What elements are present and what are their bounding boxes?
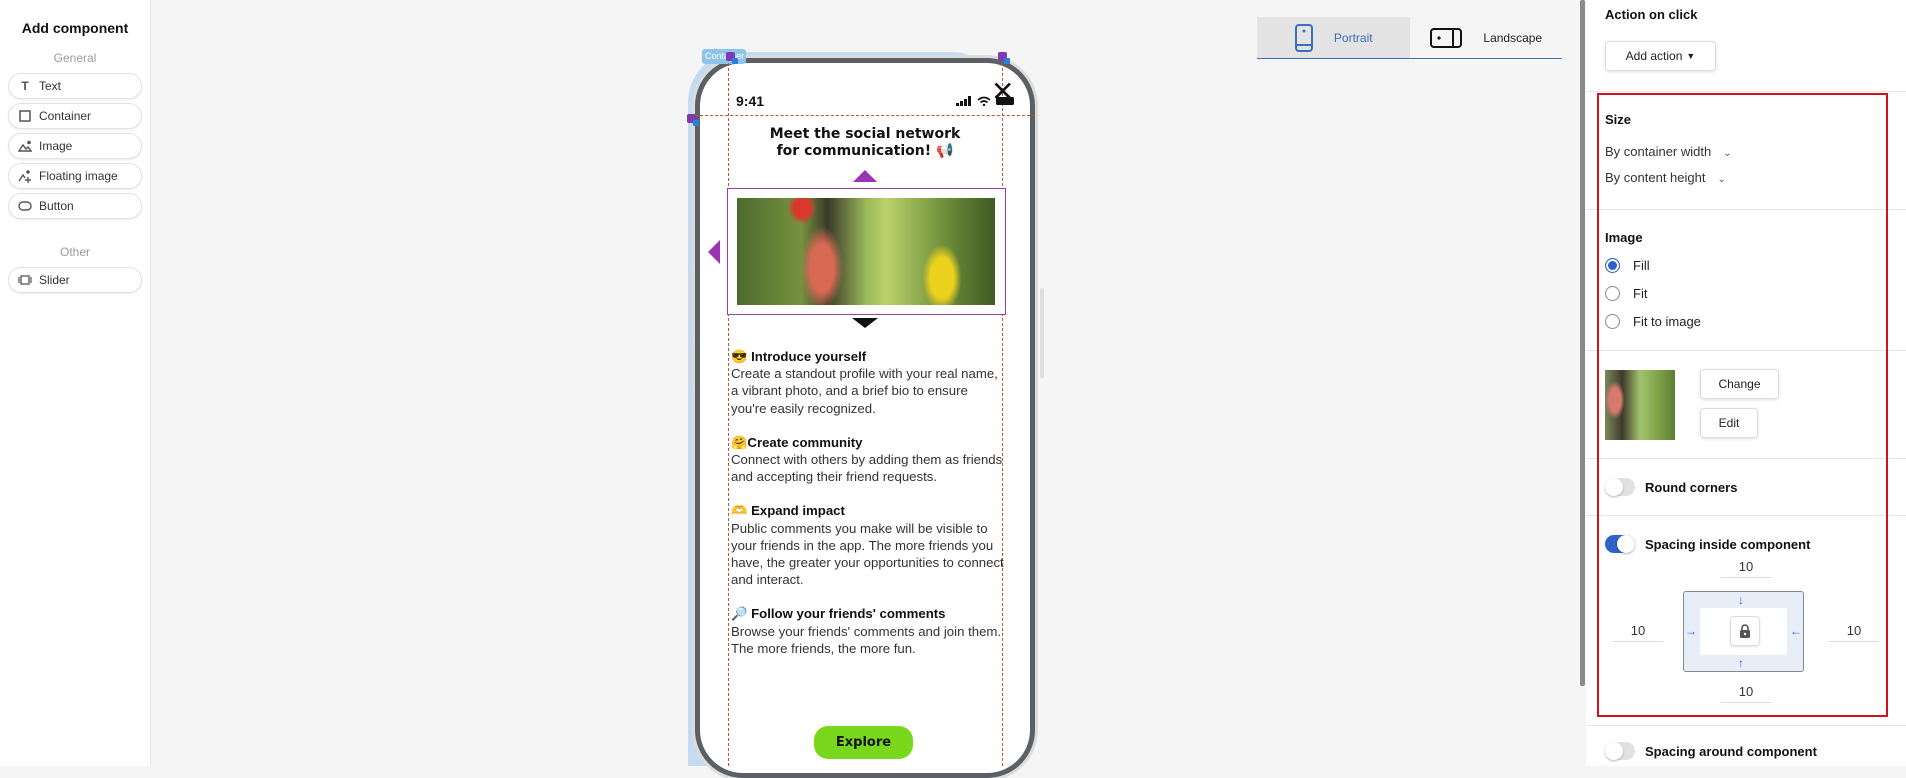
add-component-panel: Add component General T Text Container I… xyxy=(0,0,151,766)
round-corners-toggle[interactable] xyxy=(1605,478,1635,496)
component-container[interactable]: Container xyxy=(8,103,142,129)
spacing-around-toggle[interactable] xyxy=(1605,742,1635,760)
padding-top-input[interactable]: 10 xyxy=(1721,559,1771,578)
image-title: Image xyxy=(1605,230,1643,245)
move-left-handle[interactable] xyxy=(708,240,720,264)
add-action-button[interactable]: Add action ▼ xyxy=(1605,41,1716,71)
padding-bottom-input[interactable]: 10 xyxy=(1721,684,1771,703)
headline: Meet the social network for communicatio… xyxy=(769,126,961,159)
padding-right-input[interactable]: 10 xyxy=(1829,623,1879,642)
resize-handle[interactable] xyxy=(998,52,1010,64)
text-icon: T xyxy=(21,79,29,93)
close-icon[interactable]: ✕ xyxy=(991,78,1014,106)
spacing-diagram: ↓ ↑ → ← xyxy=(1683,591,1804,672)
spacing-inside-label: Spacing inside component xyxy=(1645,537,1811,552)
height-mode-dropdown[interactable]: By content height ⌄ xyxy=(1605,170,1726,185)
panel-title: Add component xyxy=(21,20,129,36)
component-slider[interactable]: Slider xyxy=(8,267,142,293)
status-bar: 9:41 xyxy=(736,93,1016,109)
hugging-emoji-icon: 🤗 xyxy=(731,434,748,450)
round-corners-label: Round corners xyxy=(1645,480,1738,495)
feature-list: 😎 Introduce yourself Create a standout p… xyxy=(731,348,1005,674)
lock-icon[interactable] xyxy=(1730,616,1760,646)
chevron-down-icon: ⌄ xyxy=(1717,174,1726,185)
feature-item: 🔎 Follow your friends' comments Browse y… xyxy=(731,606,1002,656)
canvas-scrollbar[interactable] xyxy=(1580,0,1585,686)
radio-fit[interactable]: Fit xyxy=(1605,286,1647,301)
resize-handle[interactable] xyxy=(726,52,738,64)
landscape-phone-icon xyxy=(1430,27,1463,48)
radio-fit-to-image[interactable]: Fit to image xyxy=(1605,314,1701,329)
image-thumbnail xyxy=(1605,370,1675,440)
width-mode-dropdown[interactable]: By container width ⌄ xyxy=(1605,144,1732,159)
edit-image-button[interactable]: Edit xyxy=(1700,408,1758,438)
component-image[interactable]: Image xyxy=(8,133,142,159)
arrow-left-icon: ← xyxy=(1790,624,1802,638)
radio-button[interactable] xyxy=(1605,314,1620,329)
phone-side-button xyxy=(690,270,694,320)
phone-side-button xyxy=(690,340,694,390)
feature-item: 🫶 Expand impact Public comments you make… xyxy=(731,503,1004,588)
orientation-tabs: Portrait Landscape xyxy=(1257,17,1562,59)
spacing-around-label: Spacing around component xyxy=(1645,744,1817,759)
arrow-down-icon: ↓ xyxy=(1738,593,1744,607)
feature-item: 🤗Create community Connect with others by… xyxy=(731,434,1003,485)
signal-icon xyxy=(956,96,971,106)
chevron-down-icon: ▼ xyxy=(1686,51,1696,61)
magnifier-emoji-icon: 🔎 xyxy=(731,606,748,622)
radio-button[interactable] xyxy=(1605,286,1620,301)
phone-side-button xyxy=(690,215,694,240)
selected-image-component[interactable] xyxy=(727,188,1006,315)
selection-label: Container xyxy=(702,49,746,64)
resize-handle[interactable] xyxy=(687,114,699,126)
arrow-up-icon: ↑ xyxy=(1738,656,1744,670)
explore-button[interactable]: Explore xyxy=(814,726,913,759)
hero-image xyxy=(737,198,995,305)
sunglasses-emoji-icon: 😎 xyxy=(731,349,748,364)
container-icon xyxy=(18,109,32,123)
radio-fill[interactable]: Fill xyxy=(1605,258,1650,273)
group-label-general: General xyxy=(53,51,97,65)
feature-item: 😎 Introduce yourself Create a standout p… xyxy=(731,349,998,416)
component-floating-image[interactable]: Floating image xyxy=(8,163,142,189)
group-label-other: Other xyxy=(59,245,90,259)
arrow-right-icon: → xyxy=(1685,624,1697,638)
floating-image-icon xyxy=(18,169,32,183)
chevron-down-icon: ⌄ xyxy=(1723,148,1732,159)
phone-side-button xyxy=(1040,288,1044,378)
component-button[interactable]: Button xyxy=(8,193,142,219)
radio-button[interactable] xyxy=(1605,258,1620,273)
image-icon xyxy=(18,139,32,153)
button-icon xyxy=(18,199,32,213)
status-time: 9:41 xyxy=(736,93,765,109)
tab-portrait[interactable]: Portrait xyxy=(1257,17,1410,58)
section-title: Action on click xyxy=(1605,7,1698,22)
guide-line xyxy=(690,115,1035,116)
component-text[interactable]: T Text xyxy=(8,73,142,99)
spacing-inside-toggle[interactable] xyxy=(1605,535,1635,553)
change-image-button[interactable]: Change xyxy=(1700,369,1779,399)
slider-icon xyxy=(18,273,32,287)
move-down-handle[interactable] xyxy=(852,318,878,328)
move-up-handle[interactable] xyxy=(853,170,877,182)
padding-left-input[interactable]: 10 xyxy=(1613,623,1663,642)
heart-hands-emoji-icon: 🫶 xyxy=(731,503,748,519)
guide-line xyxy=(728,58,729,766)
tab-landscape[interactable]: Landscape xyxy=(1410,17,1563,58)
portrait-phone-icon xyxy=(1294,23,1313,52)
size-title: Size xyxy=(1605,112,1632,127)
wifi-icon xyxy=(977,96,991,106)
